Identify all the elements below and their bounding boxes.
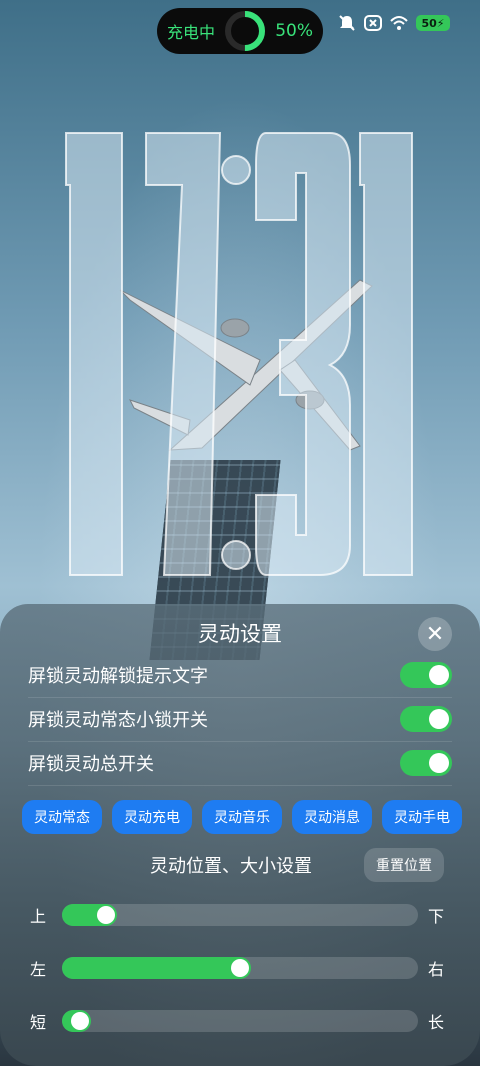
close-icon: ✕ xyxy=(425,621,445,647)
tab-charging[interactable]: 灵动充电 xyxy=(112,800,192,834)
dynamic-island[interactable]: 充电中 50% xyxy=(157,8,323,54)
lockscreen: 充电中 50% 50 ⚡ 灵动设置 ✕ 屏锁灵动解锁提示文字 屏锁灵动常态小锁开… xyxy=(0,0,480,1066)
slider-label-top: 上 xyxy=(30,907,47,926)
status-icons: 50 ⚡ xyxy=(338,14,450,32)
slider-thumb[interactable] xyxy=(70,1012,89,1030)
reset-position-button[interactable]: 重置位置 xyxy=(364,848,444,882)
tab-flashlight[interactable]: 灵动手电 xyxy=(382,800,462,834)
slider-label-left: 左 xyxy=(30,960,47,979)
slider-row-horizontal: 左 右 xyxy=(30,953,450,983)
panel-title: 灵动设置 xyxy=(198,622,282,646)
wifi-icon xyxy=(390,16,408,30)
tab-normal[interactable]: 灵动常态 xyxy=(22,800,102,834)
lockscreen-clock xyxy=(65,132,413,576)
master-switch[interactable] xyxy=(400,750,452,776)
slider-thumb[interactable] xyxy=(231,959,249,977)
slider-fill xyxy=(62,957,251,979)
mute-icon xyxy=(339,15,355,31)
horizontal-slider[interactable] xyxy=(62,957,418,979)
unlock-hint-switch[interactable] xyxy=(400,662,452,688)
tab-music[interactable]: 灵动音乐 xyxy=(202,800,282,834)
switch-knob xyxy=(429,665,449,685)
toggle-label: 屏锁灵动总开关 xyxy=(28,754,154,775)
toggle-row-master: 屏锁灵动总开关 xyxy=(28,741,452,786)
slider-label-bottom: 下 xyxy=(427,907,444,926)
switch-knob xyxy=(429,753,449,773)
battery-level: 50 xyxy=(421,16,437,30)
charging-label: 充电中 xyxy=(167,23,216,42)
toggle-row-lock-icon: 屏锁灵动常态小锁开关 xyxy=(28,697,452,742)
vertical-slider[interactable] xyxy=(62,904,418,926)
mode-tabs: 灵动常态 灵动充电 灵动音乐 灵动消息 灵动手电 xyxy=(22,800,462,834)
toggle-label: 屏锁灵动常态小锁开关 xyxy=(28,710,208,731)
position-size-title: 灵动位置、大小设置 xyxy=(150,856,312,877)
length-slider[interactable] xyxy=(62,1010,418,1032)
close-button[interactable]: ✕ xyxy=(418,617,452,651)
slider-row-vertical: 上 下 xyxy=(30,900,450,930)
tab-messages[interactable]: 灵动消息 xyxy=(292,800,372,834)
toggle-label: 屏锁灵动解锁提示文字 xyxy=(28,666,208,687)
switch-knob xyxy=(429,709,449,729)
slider-label-long: 长 xyxy=(427,1013,444,1032)
x-box-icon xyxy=(364,15,382,31)
slider-label-short: 短 xyxy=(30,1013,47,1032)
slider-label-right: 右 xyxy=(427,960,444,979)
charging-ring-icon xyxy=(225,11,266,51)
toggle-row-unlock-hint: 屏锁灵动解锁提示文字 xyxy=(28,653,452,698)
charge-percent: 50% xyxy=(275,21,313,41)
lock-icon-switch[interactable] xyxy=(400,706,452,732)
slider-row-length: 短 长 xyxy=(30,1006,450,1036)
battery-icon: 50 ⚡ xyxy=(416,15,450,31)
status-bar: 充电中 50% 50 ⚡ xyxy=(0,0,480,56)
